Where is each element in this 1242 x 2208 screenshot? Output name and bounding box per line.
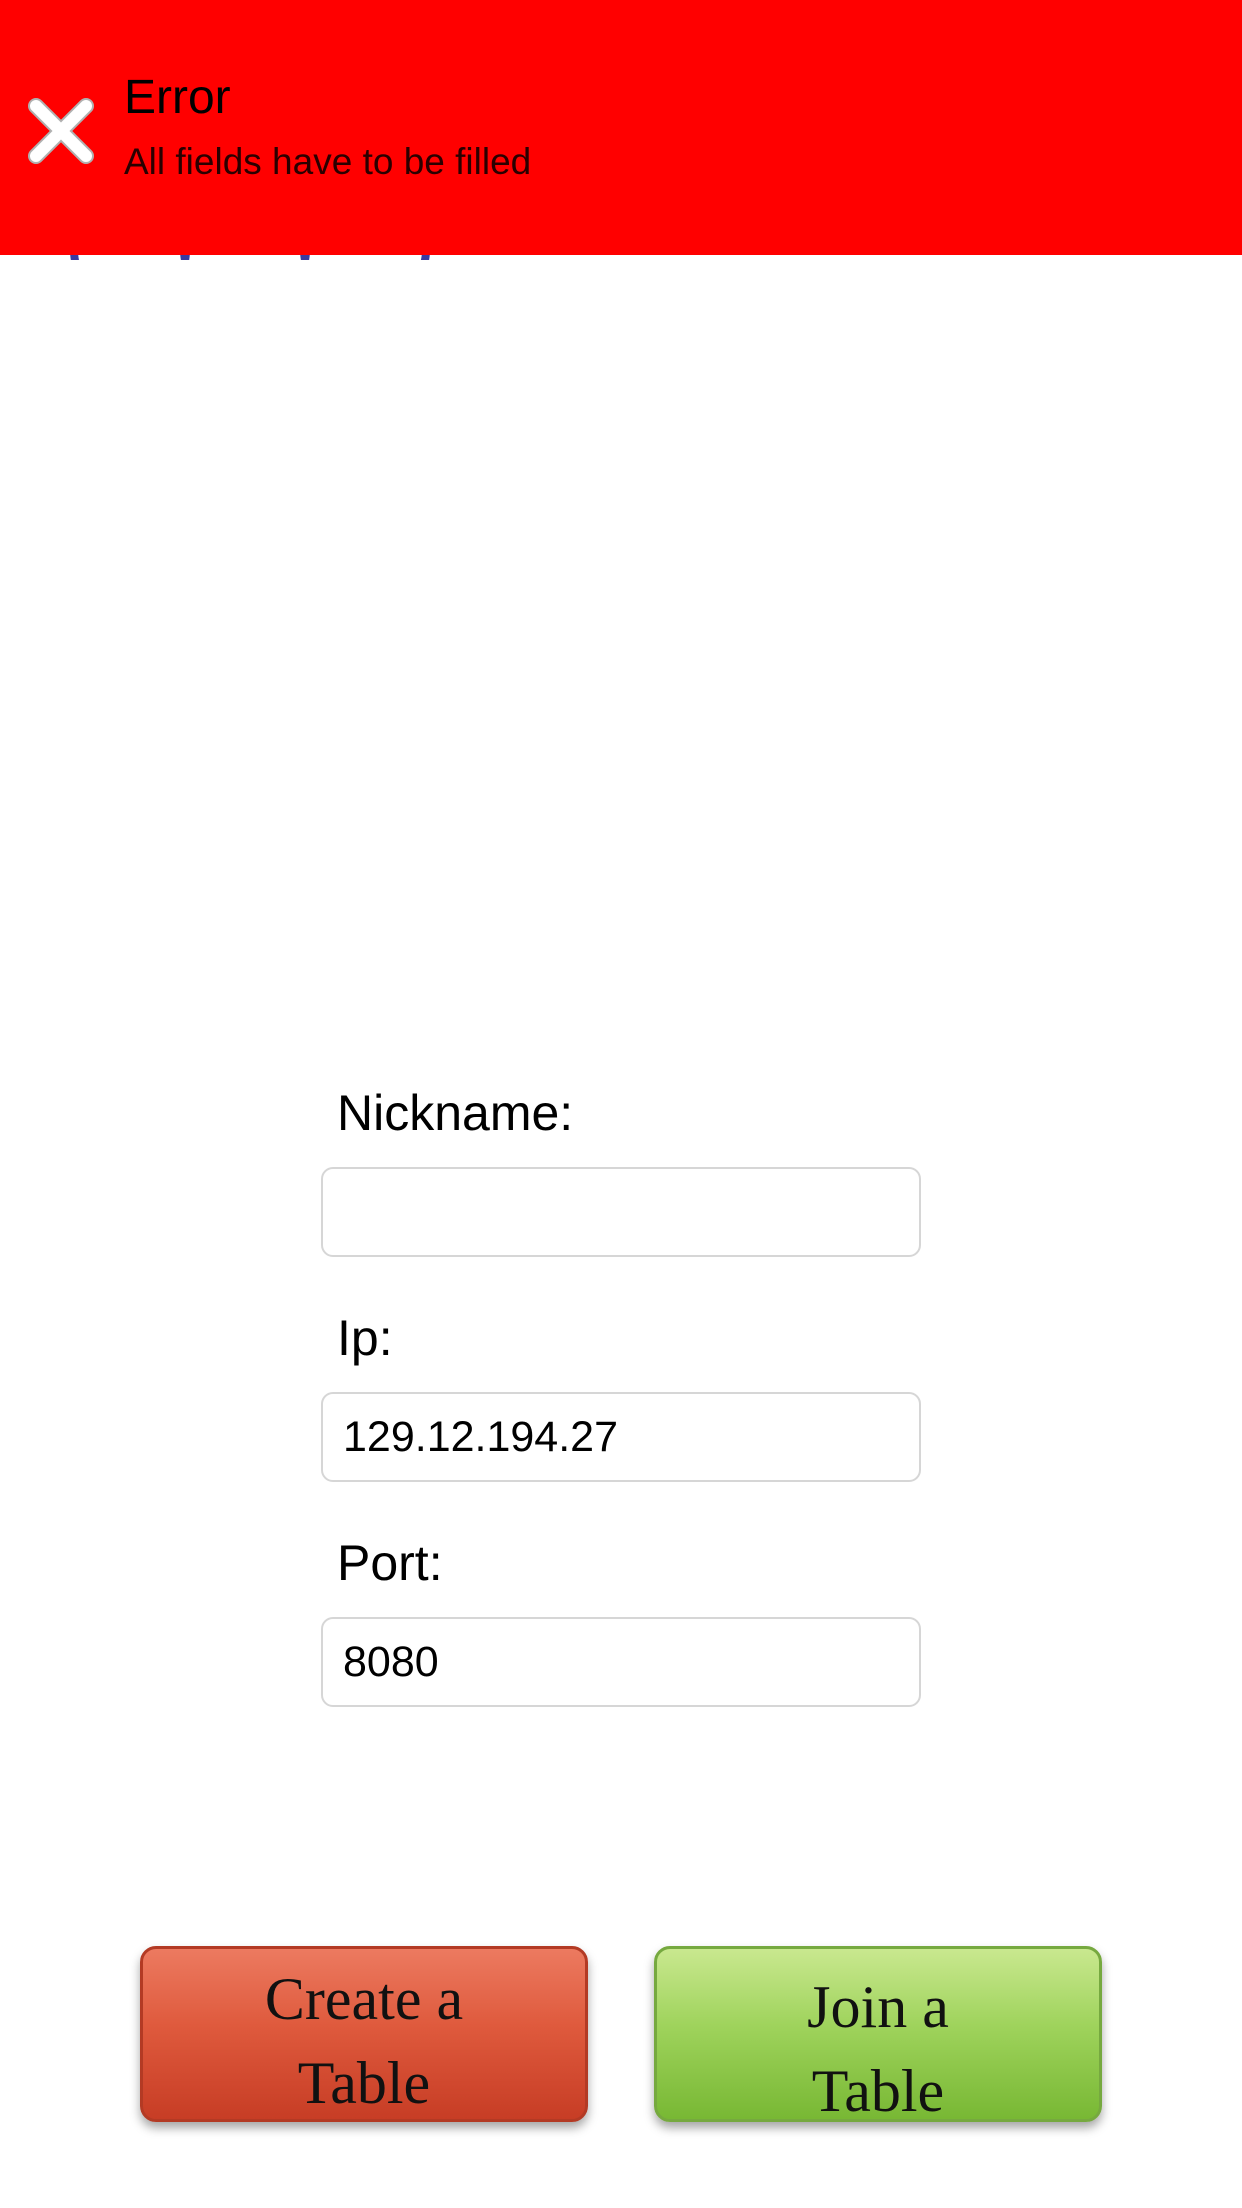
nickname-label: Nickname: — [337, 1085, 574, 1141]
join-table-label-line2: Table — [811, 2058, 945, 2124]
error-message: All fields have to be filled — [124, 141, 532, 182]
create-table-button[interactable]: Create a Table — [140, 1946, 588, 2122]
create-table-label-line2: Table — [297, 2050, 431, 2116]
close-x-icon[interactable] — [22, 92, 100, 170]
join-table-button[interactable]: Join a Table — [654, 1946, 1102, 2124]
port-input[interactable] — [321, 1617, 921, 1707]
port-label: Port: — [337, 1535, 443, 1591]
join-table-label-line1: Join a — [807, 1974, 949, 2040]
error-banner[interactable]: Error All fields have to be filled — [0, 0, 1242, 255]
error-title: Error — [124, 71, 231, 124]
ip-label: Ip: — [337, 1310, 393, 1366]
ip-input[interactable] — [321, 1392, 921, 1482]
create-table-label-line1: Create a — [264, 1966, 464, 2032]
nickname-input[interactable] — [321, 1167, 921, 1257]
